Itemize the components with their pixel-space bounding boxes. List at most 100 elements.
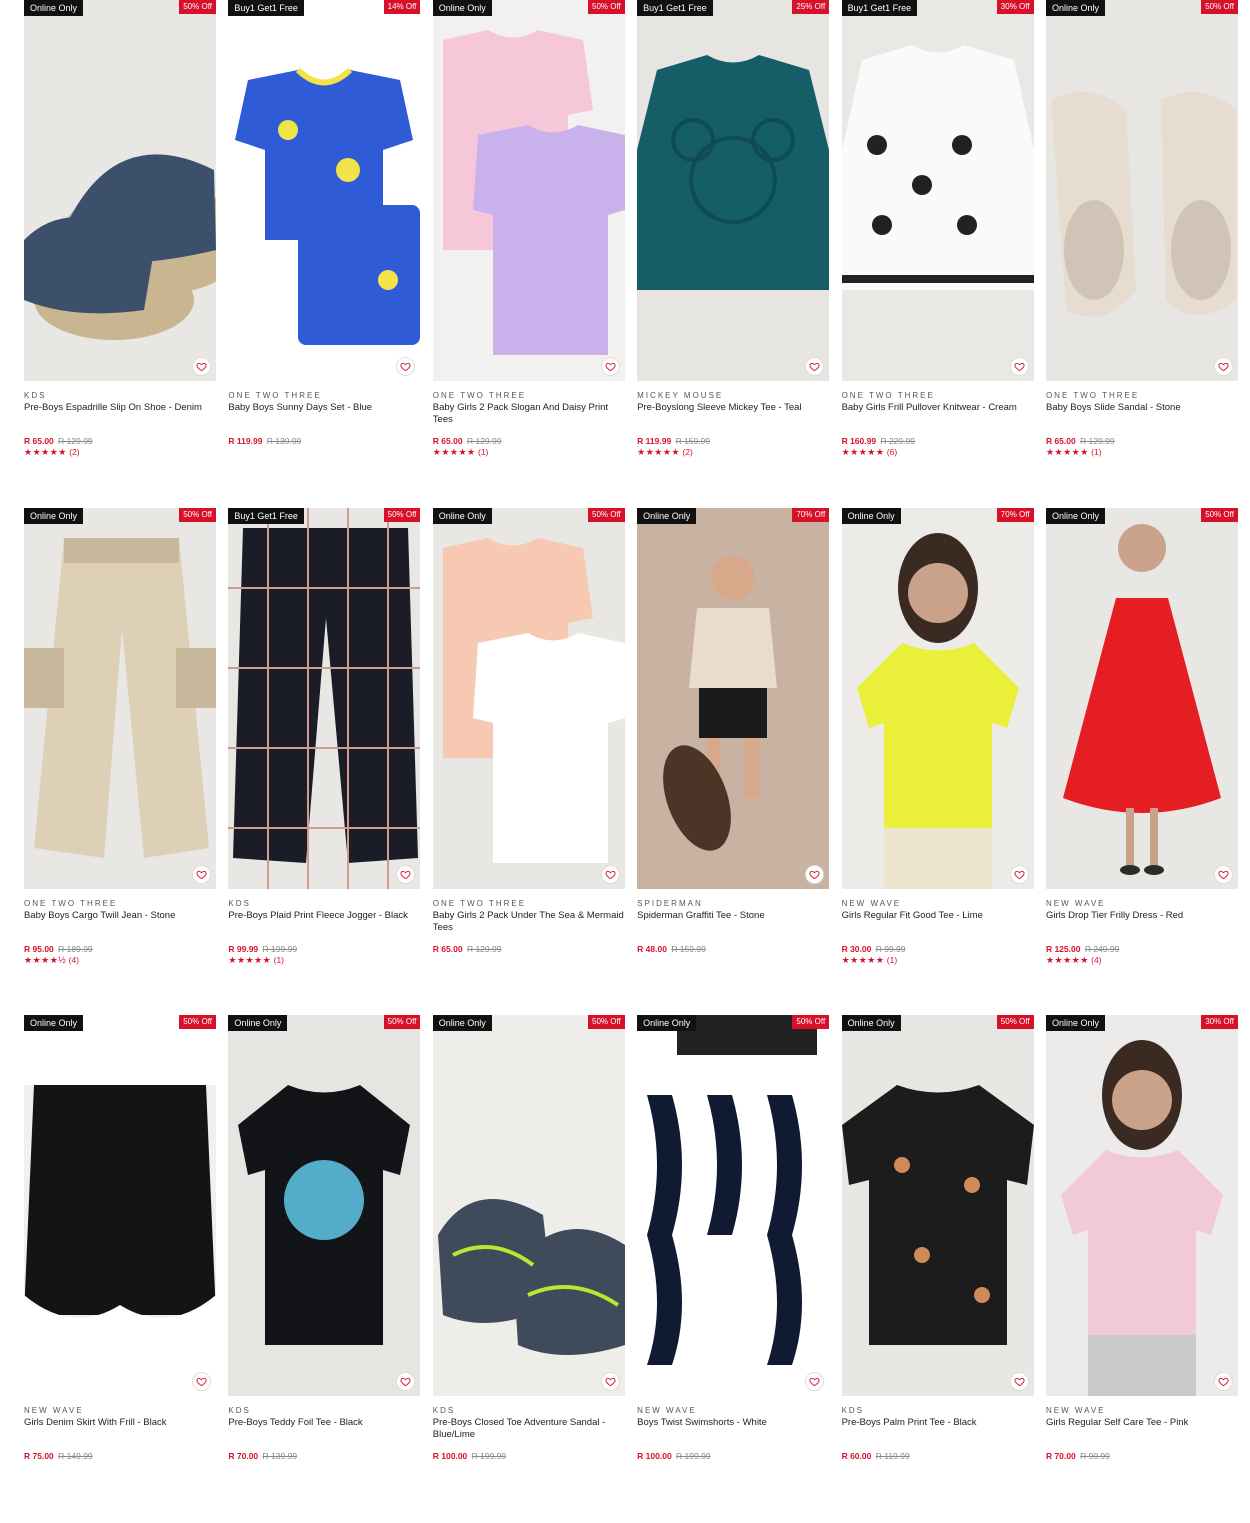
product-card[interactable]: Online Only 70% Off NEW WAVE Girls Regul… bbox=[841, 507, 1034, 1016]
product-card[interactable]: Online Only 50% Off ONE TWO THREE Baby B… bbox=[1045, 0, 1238, 508]
product-card[interactable]: Online Only 50% Off ONE TWO THREE Baby G… bbox=[432, 0, 625, 508]
current-price: R 65.00 bbox=[24, 436, 54, 446]
current-price: R 95.00 bbox=[24, 943, 54, 954]
wishlist-heart-icon[interactable] bbox=[1213, 864, 1233, 884]
product-name[interactable]: Girls Denim Skirt With Frill - Black bbox=[24, 1417, 216, 1451]
product-image-area[interactable]: Online Only 30% Off bbox=[1045, 1015, 1238, 1396]
product-image-area[interactable]: Buy1 Get1 Free 50% Off bbox=[228, 507, 421, 889]
product-card[interactable]: Online Only 70% Off SPIDERMAN Spiderman … bbox=[637, 507, 830, 1016]
product-rating: ★★★★★ (1) bbox=[842, 955, 1034, 966]
product-price: R 160.99 R 229.99 bbox=[842, 436, 1034, 447]
product-card[interactable]: Online Only 50% Off KDS Pre-Boys Teddy F… bbox=[228, 1015, 421, 1523]
wishlist-heart-icon[interactable] bbox=[1009, 1372, 1029, 1391]
wishlist-heart-icon[interactable] bbox=[1009, 357, 1029, 376]
wishlist-heart-icon[interactable] bbox=[192, 357, 211, 376]
original-price: R 129.99 bbox=[58, 436, 93, 446]
current-price: R 119.99 bbox=[637, 436, 672, 446]
product-name[interactable]: Girls Regular Self Care Tee - Pink bbox=[1046, 1417, 1238, 1451]
wishlist-heart-icon[interactable] bbox=[600, 1372, 620, 1391]
product-card[interactable]: Online Only 50% Off NEW WAVE Girls Denim… bbox=[24, 1015, 216, 1523]
promo-tag: Buy1 Get1 Free bbox=[841, 0, 918, 16]
wishlist-heart-icon[interactable] bbox=[805, 864, 825, 884]
product-price: R 95.00 R 189.99 bbox=[24, 944, 216, 955]
product-card[interactable]: Online Only 50% Off ONE TWO THREE Baby G… bbox=[432, 507, 625, 1016]
product-card[interactable]: Online Only 50% Off NEW WAVE Girls Drop … bbox=[1045, 507, 1238, 1016]
current-price: R 75.00 bbox=[24, 1451, 54, 1461]
product-image bbox=[437, 1199, 625, 1355]
product-image-area[interactable]: Online Only 50% Off bbox=[24, 1015, 216, 1396]
wishlist-heart-icon[interactable] bbox=[1009, 864, 1029, 884]
wishlist-heart-icon[interactable] bbox=[396, 864, 416, 884]
product-image-area[interactable]: Online Only 50% Off bbox=[432, 1015, 625, 1396]
product-price: R 119.99 R 139.99 bbox=[228, 436, 420, 447]
current-price: R 65.00 bbox=[432, 436, 463, 446]
discount-badge: 50% Off bbox=[383, 1015, 421, 1029]
product-name[interactable]: Baby Girls 2 Pack Slogan And Daisy Print… bbox=[433, 402, 625, 436]
product-image-area[interactable]: Online Only 50% Off bbox=[24, 0, 216, 381]
original-price: R 199.99 bbox=[471, 1451, 507, 1461]
product-image-area[interactable]: Online Only 50% Off bbox=[228, 1015, 421, 1396]
wishlist-heart-icon[interactable] bbox=[600, 864, 620, 884]
product-name[interactable]: Baby Girls Frill Pullover Knitwear - Cre… bbox=[842, 402, 1034, 436]
product-image-area[interactable]: Online Only 70% Off bbox=[637, 507, 830, 889]
product-image-area[interactable]: Online Only 50% Off bbox=[1045, 507, 1238, 889]
discount-badge: 50% Off bbox=[792, 1015, 830, 1029]
original-price: R 99.99 bbox=[875, 943, 906, 954]
discount-badge: 50% Off bbox=[588, 507, 625, 522]
product-card[interactable]: Online Only 50% Off KDS Pre-Boys Closed … bbox=[432, 1015, 625, 1523]
wishlist-heart-icon[interactable] bbox=[192, 1372, 211, 1391]
product-image-area[interactable]: Buy1 Get1 Free 25% Off bbox=[637, 0, 830, 381]
product-name[interactable]: Girls Drop Tier Frilly Dress - Red bbox=[1046, 910, 1238, 944]
product-name[interactable]: Girls Regular Fit Good Tee - Lime bbox=[842, 910, 1034, 944]
promo-tag: Online Only bbox=[24, 507, 84, 524]
wishlist-heart-icon[interactable] bbox=[1213, 357, 1233, 376]
product-image-area[interactable]: Buy1 Get1 Free 14% Off bbox=[228, 0, 421, 381]
product-rating: ★★★★★ (6) bbox=[842, 447, 1034, 458]
product-name[interactable]: Spiderman Graffiti Tee - Stone bbox=[637, 910, 829, 944]
product-name[interactable]: Pre-Boys Plaid Print Fleece Jogger - Bla… bbox=[228, 910, 420, 944]
wishlist-heart-icon[interactable] bbox=[192, 864, 211, 884]
product-card[interactable]: Buy1 Get1 Free 14% Off ONE TWO THREE Bab… bbox=[228, 0, 421, 508]
product-card[interactable]: Buy1 Get1 Free 25% Off MICKEY MOUSE Pre-… bbox=[637, 0, 830, 508]
product-card[interactable]: Online Only 50% Off KDS Pre-Boys Palm Pr… bbox=[841, 1015, 1034, 1523]
product-card[interactable]: Buy1 Get1 Free 30% Off ONE TWO THREE Bab… bbox=[841, 0, 1034, 508]
discount-badge: 50% Off bbox=[179, 0, 216, 14]
product-name[interactable]: Baby Boys Sunny Days Set - Blue bbox=[228, 402, 420, 436]
product-card[interactable]: Online Only 50% Off ONE TWO THREE Baby B… bbox=[24, 507, 216, 1016]
product-image-area[interactable]: Online Only 50% Off bbox=[432, 507, 625, 889]
wishlist-heart-icon[interactable] bbox=[600, 357, 620, 376]
wishlist-heart-icon[interactable] bbox=[1213, 1372, 1233, 1391]
product-card[interactable]: Online Only 30% Off NEW WAVE Girls Regul… bbox=[1045, 1015, 1238, 1523]
promo-tag: Online Only bbox=[841, 507, 901, 524]
product-price: R 99.99 R 199.99 bbox=[228, 944, 420, 955]
product-name[interactable]: Pre-Boyslong Sleeve Mickey Tee - Teal bbox=[637, 402, 829, 436]
promo-tag: Online Only bbox=[432, 1015, 492, 1031]
product-image-area[interactable]: Buy1 Get1 Free 30% Off bbox=[841, 0, 1034, 381]
product-brand: MICKEY MOUSE bbox=[637, 391, 724, 400]
product-name[interactable]: Boys Twist Swimshorts - White bbox=[637, 1417, 829, 1451]
product-image-area[interactable]: Online Only 70% Off bbox=[841, 507, 1034, 889]
product-brand: ONE TWO THREE bbox=[228, 391, 322, 400]
product-name[interactable]: Baby Boys Cargo Twill Jean - Stone bbox=[24, 910, 216, 944]
product-price: R 30.00 R 99.99 bbox=[842, 944, 1034, 955]
product-card[interactable]: Buy1 Get1 Free 50% Off KDS Pre-Boys Plai… bbox=[228, 507, 421, 1016]
product-image bbox=[442, 537, 625, 863]
product-image-area[interactable]: Online Only 50% Off bbox=[24, 507, 216, 889]
promo-tag: Online Only bbox=[228, 1015, 288, 1031]
product-brand: NEW WAVE bbox=[637, 1406, 697, 1415]
product-card[interactable]: Online Only 50% Off NEW WAVE Boys Twist … bbox=[637, 1015, 830, 1523]
product-name[interactable]: Baby Boys Slide Sandal - Stone bbox=[1046, 402, 1238, 436]
product-name[interactable]: Pre-Boys Closed Toe Adventure Sandal - B… bbox=[433, 1417, 625, 1451]
product-card[interactable]: Online Only 50% Off KDS Pre-Boys Espadri… bbox=[24, 0, 216, 508]
product-name[interactable]: Pre-Boys Espadrille Slip On Shoe - Denim bbox=[24, 402, 216, 436]
product-image-area[interactable]: Online Only 50% Off bbox=[1045, 0, 1238, 381]
product-price: R 60.00 R 119.99 bbox=[842, 1451, 1034, 1462]
product-image-area[interactable]: Online Only 50% Off bbox=[841, 1015, 1034, 1396]
product-image-area[interactable]: Online Only 50% Off bbox=[432, 0, 625, 381]
product-image bbox=[24, 537, 216, 858]
product-name[interactable]: Baby Girls 2 Pack Under The Sea & Mermai… bbox=[433, 910, 625, 944]
product-name[interactable]: Pre-Boys Palm Print Tee - Black bbox=[842, 1417, 1034, 1451]
promo-tag: Online Only bbox=[432, 0, 492, 16]
product-image-area[interactable]: Online Only 50% Off bbox=[637, 1015, 830, 1396]
product-name[interactable]: Pre-Boys Teddy Foil Tee - Black bbox=[228, 1417, 420, 1451]
